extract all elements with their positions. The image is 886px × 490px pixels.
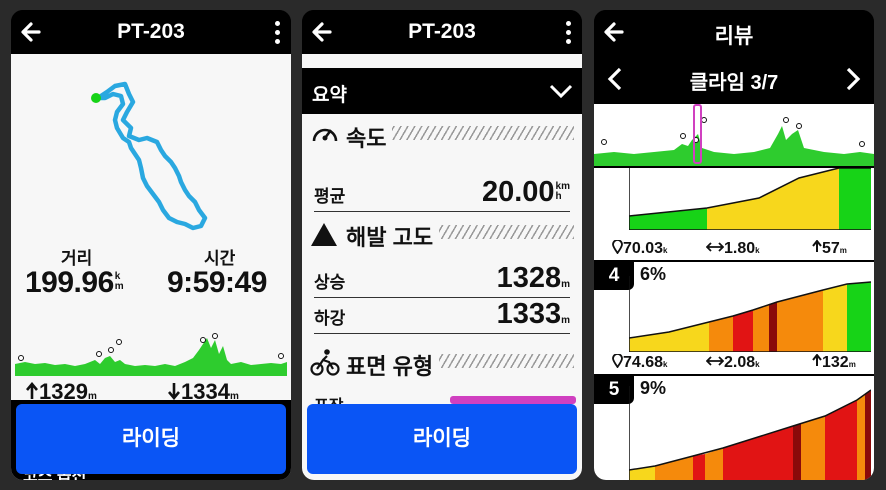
up-arrow-icon xyxy=(812,239,822,252)
climb-card[interactable]: 4 6% 74.68k 2.08k 132m xyxy=(594,262,874,374)
climb-profile xyxy=(629,386,871,480)
course-screen: 거리 시간 199.96 k m 9:59:49 1329m 1334m 코스 옵션… xyxy=(11,54,291,480)
device-course-summary: PT-203 요약 속도 평균 20.00 km h 해발 고도 상승 1328m … xyxy=(302,10,582,480)
route-map[interactable] xyxy=(71,72,211,232)
climb-profile xyxy=(629,276,871,352)
avg-value: 20.00 km h xyxy=(481,176,570,208)
horizontal-arrows-icon xyxy=(705,242,725,252)
top-bar: PT-203 xyxy=(302,10,582,54)
avg-speed-row: 평균 20.00 km h xyxy=(314,176,570,212)
horizontal-arrows-icon xyxy=(705,356,725,366)
ascent-value: 1328m xyxy=(496,262,570,294)
more-vert-icon[interactable] xyxy=(273,19,281,47)
summary-label: 요약 xyxy=(312,85,347,106)
elevation-section: 해발 고도 xyxy=(310,217,574,252)
climb-elevation: 70.03k xyxy=(612,239,668,258)
climb-number: 5 xyxy=(594,376,634,404)
page-title: PT-203 xyxy=(408,20,476,43)
down-arrow-icon xyxy=(168,383,180,401)
climb-review-screen: 클라임 3/7 70.03k 1.80k 57m 4 6% 74.68k 2.0… xyxy=(594,54,874,480)
up-arrow-icon xyxy=(812,353,822,366)
chevron-down-icon[interactable] xyxy=(548,78,574,104)
distance-value: 199.96 k m xyxy=(25,266,124,299)
climb-counter: 클라임 3/7 xyxy=(689,72,779,94)
mountain-icon xyxy=(311,223,337,246)
speed-section: 속도 xyxy=(310,118,574,153)
page-title: PT-203 xyxy=(117,20,185,43)
elevation-section-title: 해발 고도 xyxy=(346,220,440,252)
location-pin-icon xyxy=(612,353,623,369)
climb-distance: 2.08k xyxy=(705,354,760,372)
location-pin-icon xyxy=(612,239,623,255)
climb-stats: 74.68k 2.08k 132m xyxy=(612,353,866,372)
ride-button[interactable]: 라이딩 xyxy=(307,404,577,474)
climb-distance: 1.80k xyxy=(705,240,760,258)
ride-button[interactable]: 라이딩 xyxy=(16,404,286,474)
climb-nav-bar: 클라임 3/7 xyxy=(594,54,874,104)
cyclist-icon xyxy=(310,349,340,376)
climb-elevation: 74.68k xyxy=(612,353,668,372)
device-course-overview: PT-203 거리 시간 199.96 k m 9:59:49 1329m 1334… xyxy=(11,10,291,480)
summary-header[interactable]: 요약 xyxy=(302,68,582,114)
more-vert-icon[interactable] xyxy=(564,19,572,47)
up-arrow-icon xyxy=(26,381,38,399)
paved-surface-bar xyxy=(450,396,576,404)
top-bar: 리뷰 xyxy=(594,10,874,54)
climb-profile xyxy=(629,168,871,230)
surface-section: 표면 유형 xyxy=(310,346,574,381)
climb-gain: 57m xyxy=(812,239,847,258)
chevron-right-icon[interactable] xyxy=(842,66,864,92)
speed-section-title: 속도 xyxy=(346,121,393,153)
ascent-row: 상승 1328m xyxy=(314,262,570,298)
time-value: 9:59:49 xyxy=(167,266,267,299)
descent-label: 하강 xyxy=(314,309,346,328)
descent-row: 하강 1333m xyxy=(314,298,570,334)
avg-label: 평균 xyxy=(314,187,346,206)
elevation-profile xyxy=(15,333,287,376)
surface-section-title: 표면 유형 xyxy=(346,349,440,381)
page-title: 리뷰 xyxy=(714,25,754,48)
climb-card[interactable]: 5 9% xyxy=(594,376,874,480)
top-bar: PT-203 xyxy=(11,10,291,54)
climb-number: 4 xyxy=(594,262,634,290)
climb-gain: 132m xyxy=(812,353,856,372)
descent-value: 1333m xyxy=(496,298,570,330)
speedometer-icon xyxy=(312,128,338,142)
full-course-profile[interactable] xyxy=(594,104,874,166)
climb-stats: 70.03k 1.80k 57m xyxy=(612,239,866,258)
summary-screen: 요약 속도 평균 20.00 km h 해발 고도 상승 1328m 하강 1333… xyxy=(302,54,582,480)
ascent-label: 상승 xyxy=(314,273,346,292)
device-climb-review: 리뷰 클라임 3/7 70.03k 1.80k 57m 4 6% 74.68k … xyxy=(594,10,874,480)
climb-card[interactable]: 70.03k 1.80k 57m xyxy=(594,168,874,260)
